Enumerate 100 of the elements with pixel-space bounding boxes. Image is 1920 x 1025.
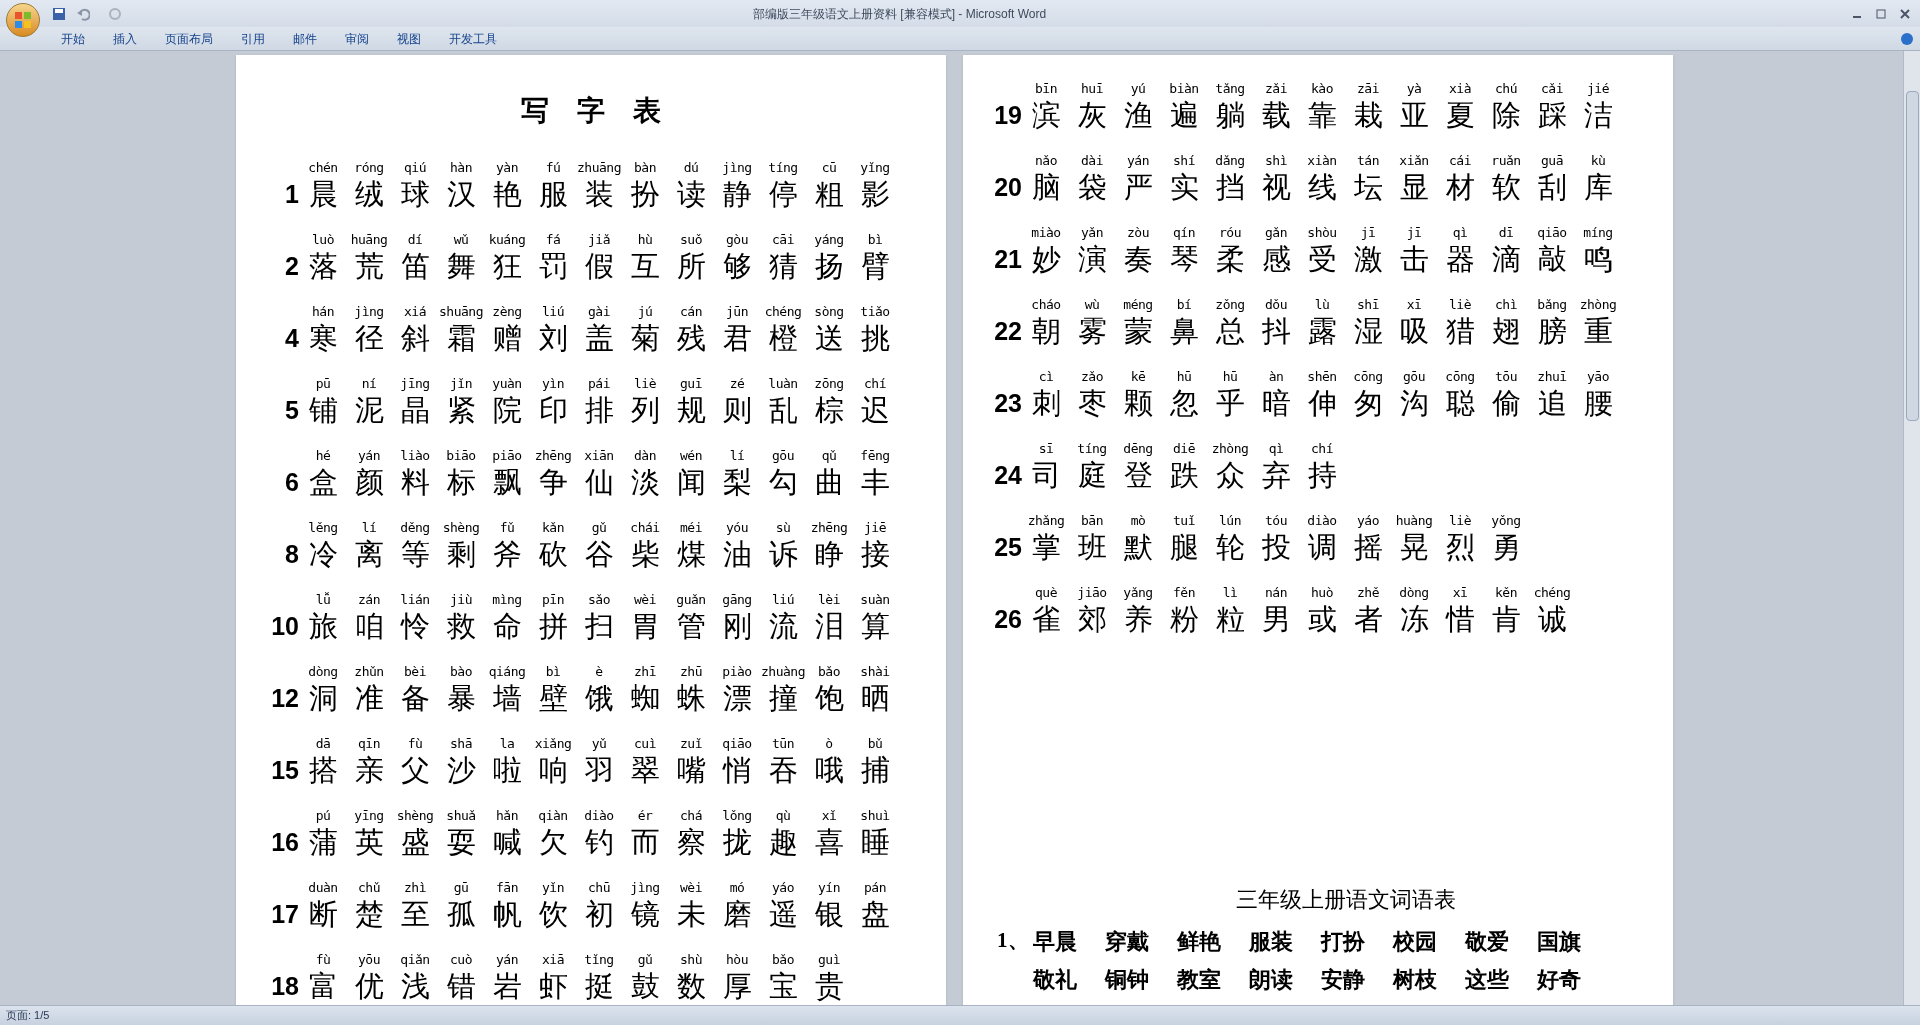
chinese-character: 摇: [1353, 530, 1383, 565]
row-number: 19: [993, 100, 1023, 131]
save-icon[interactable]: [52, 6, 66, 21]
pinyin: kǎn: [542, 520, 564, 536]
chinese-character: 洁: [1583, 98, 1613, 133]
chinese-character: 除: [1491, 98, 1521, 133]
pinyin: yǎn: [1081, 225, 1103, 241]
pinyin: wù: [1084, 297, 1100, 313]
vocabulary-word: 国旗: [1537, 927, 1582, 956]
ribbon-tab[interactable]: 开发工具: [438, 27, 508, 50]
pinyin: chí: [1311, 441, 1333, 457]
chinese-character: 耍: [446, 825, 476, 860]
chinese-character: 抖: [1261, 314, 1291, 349]
chinese-character: 煤: [676, 537, 706, 572]
pinyin: huāng: [350, 232, 388, 248]
pinyin: duàn: [308, 880, 338, 896]
chinese-character: 察: [676, 825, 706, 860]
chinese-character: 剩: [446, 537, 476, 572]
chinese-character: 晨: [308, 177, 338, 212]
pinyin: bǎo: [818, 664, 840, 680]
office-button[interactable]: [6, 2, 40, 37]
chinese-character: 羽: [584, 753, 614, 788]
pinyin: yán: [496, 952, 518, 968]
ribbon-tab[interactable]: 开始: [50, 27, 96, 50]
ribbon-tab[interactable]: 插入: [102, 27, 148, 50]
pinyin: fǔ: [499, 520, 515, 536]
pinyin: shuǎ: [446, 808, 476, 824]
chinese-character: 料: [400, 465, 430, 500]
chinese-character: 粒: [1215, 602, 1245, 637]
pinyin: ruǎn: [1491, 153, 1521, 169]
pinyin: guā: [1541, 153, 1563, 169]
pinyin: dòng: [1399, 585, 1429, 601]
chinese-character: 影: [860, 177, 890, 212]
maximize-icon[interactable]: [1876, 8, 1886, 19]
chinese-character: 旅: [308, 609, 338, 644]
chinese-character: 刚: [722, 609, 752, 644]
chinese-character: 栽: [1353, 98, 1383, 133]
chinese-character: 严: [1123, 170, 1153, 205]
pinyin: gǔ: [591, 520, 607, 536]
pinyin: dú: [683, 160, 699, 176]
pinyin: yīng: [354, 808, 384, 824]
pinyin: chū: [588, 880, 610, 896]
chinese-character: 男: [1261, 602, 1291, 637]
row-number: 22: [993, 316, 1023, 347]
vertical-scrollbar[interactable]: [1903, 51, 1920, 1005]
pinyin: zhǎng: [1027, 513, 1065, 529]
chinese-character: 鼻: [1169, 314, 1199, 349]
ribbon-tab[interactable]: 引用: [230, 27, 276, 50]
chinese-character: 流: [768, 609, 798, 644]
scrollbar-thumb[interactable]: [1905, 91, 1919, 421]
chinese-character: 备: [400, 681, 430, 716]
pinyin: gāng: [722, 592, 752, 608]
pinyin: què: [1035, 585, 1057, 601]
chinese-character: 迟: [860, 393, 890, 428]
close-icon[interactable]: [1900, 8, 1910, 19]
pinyin: bàn: [634, 160, 656, 176]
chinese-character: 壁: [538, 681, 568, 716]
pinyin: kù: [1590, 153, 1606, 169]
pinyin: xiān: [584, 448, 614, 464]
vocabulary-word: 安静: [1321, 965, 1366, 994]
chinese-character: 欠: [538, 825, 568, 860]
pinyin: yán: [358, 448, 380, 464]
pinyin: zèng: [492, 304, 522, 320]
chinese-character: 雀: [1031, 602, 1061, 637]
chinese-character: 沙: [446, 753, 476, 788]
row-number: 6: [284, 467, 300, 498]
chinese-character: 蒙: [1123, 314, 1153, 349]
chinese-character: 材: [1445, 170, 1475, 205]
chinese-character: 球: [400, 177, 430, 212]
page-title: 写 字 表: [521, 94, 661, 128]
chinese-character: 砍: [538, 537, 568, 572]
chinese-character: 怜: [400, 609, 430, 644]
pinyin: suàn: [860, 592, 890, 608]
ribbon-tab[interactable]: 审阅: [334, 27, 380, 50]
chinese-character: 暗: [1261, 386, 1291, 421]
chinese-character: 渔: [1123, 98, 1153, 133]
chinese-character: 粗: [814, 177, 844, 212]
pinyin: miào: [1031, 225, 1061, 241]
chinese-character: 枣: [1077, 386, 1107, 421]
chinese-character: 晶: [400, 393, 430, 428]
chinese-character: 扫: [584, 609, 614, 644]
chinese-character: 钓: [584, 825, 614, 860]
pinyin: pīn: [542, 592, 564, 608]
ribbon-tab[interactable]: 页面布局: [154, 27, 224, 50]
pinyin: shòu: [1307, 225, 1337, 241]
pinyin: mìng: [492, 592, 522, 608]
chinese-character: 标: [446, 465, 476, 500]
pinyin: hán: [312, 304, 334, 320]
chinese-character: 贵: [814, 969, 844, 1004]
chinese-character: 刘: [538, 321, 568, 356]
chinese-character: 柴: [630, 537, 660, 572]
pinyin: xiá: [404, 304, 426, 320]
ribbon-tab[interactable]: 邮件: [282, 27, 328, 50]
chinese-character: 受: [1307, 242, 1337, 277]
pinyin: jiē: [864, 520, 886, 536]
ribbon-tab[interactable]: 视图: [386, 27, 432, 50]
undo-icon[interactable]: [76, 6, 90, 21]
chinese-character: 敲: [1537, 242, 1567, 277]
pinyin: tóu: [1265, 513, 1287, 529]
pinyin: jīng: [400, 376, 430, 392]
